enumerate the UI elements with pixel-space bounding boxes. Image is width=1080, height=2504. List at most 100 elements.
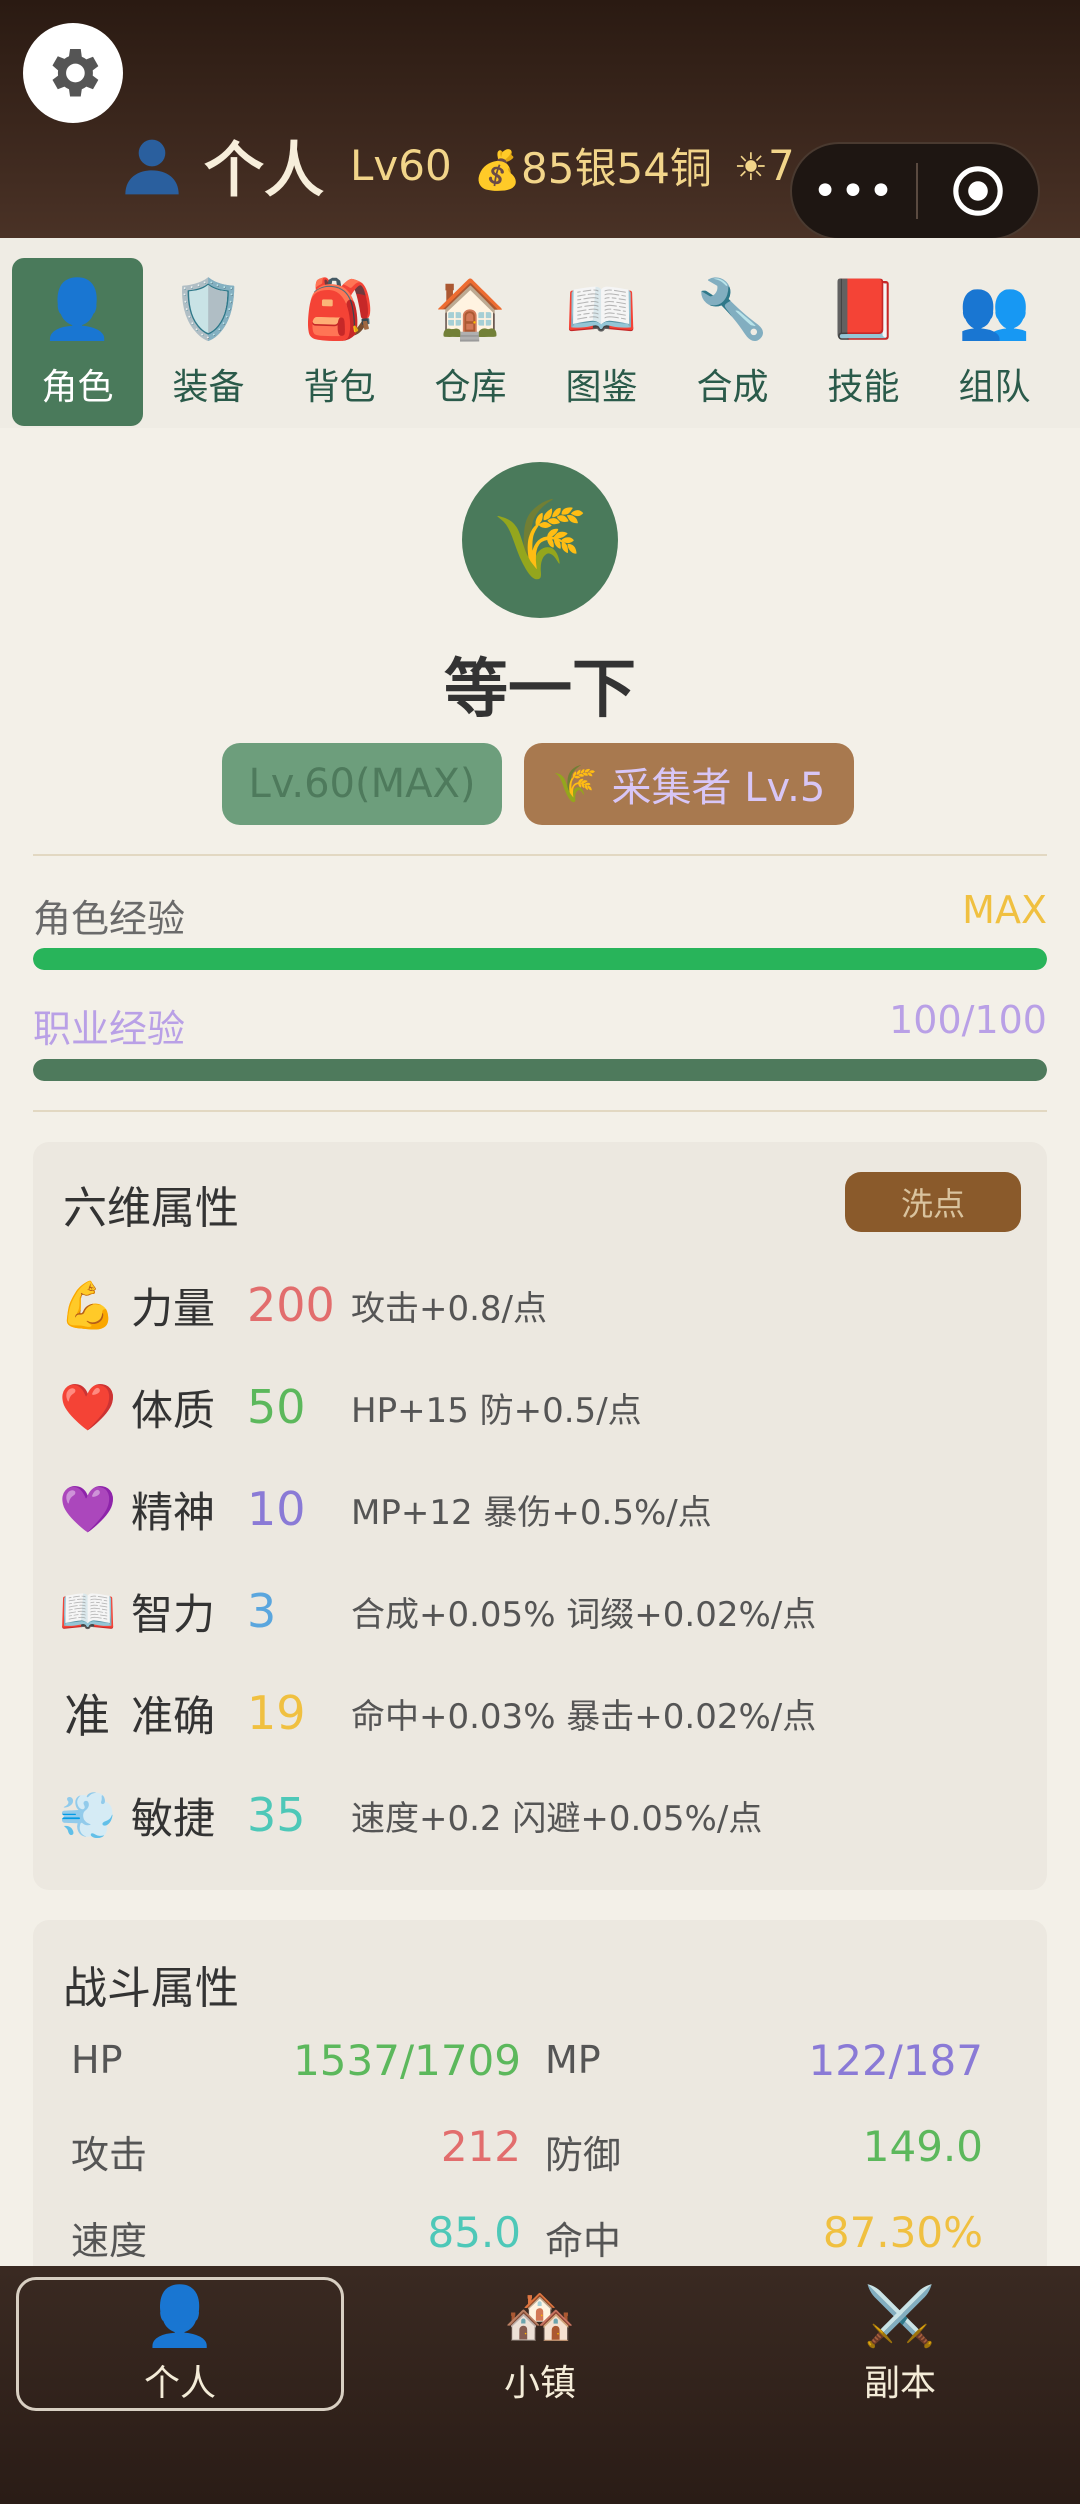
character-exp-value: MAX [962,888,1047,932]
crossed-swords-icon: ⚔️ [863,2282,937,2350]
tab-label: 仓库 [434,367,507,408]
character-exp-bar [33,948,1047,970]
stat-value: 1537/1709 [293,2036,521,2085]
stat-label: HP [71,2038,123,2082]
divider [33,854,1047,856]
stat-value: 87.30% [822,2208,983,2257]
tab-codex[interactable]: 📖 图鉴 [536,258,667,426]
reset-points-button[interactable]: 洗点 [845,1172,1021,1232]
bottom-tab-town[interactable]: 🏘️ 小镇 [376,2277,704,2411]
stat-label: 速度 [71,2219,148,2263]
level-badge: Lv.60(MAX) [222,743,502,825]
attribute-value: 200 [247,1278,335,1332]
tab-label: 合成 [696,367,769,408]
avatar: 🌾 [462,462,618,618]
stat-label: 命中 [545,2219,622,2263]
tab-warehouse[interactable]: 🏠 仓库 [405,258,536,426]
wrench-icon: 🔧 [696,275,769,343]
user-icon: 👤 [143,2282,217,2350]
more-menu-button[interactable]: ••• [792,144,916,238]
character-exp-fill [33,948,1047,970]
attribute-value: 50 [247,1380,306,1434]
job-exp-value: 100/100 [889,998,1047,1042]
attribute-desc: 命中+0.03% 暴击+0.02%/点 [351,1696,817,1737]
bottom-tab-label: 副本 [863,2363,936,2404]
money-value: 85银54铜 [521,143,712,193]
attribute-desc: HP+15 防+0.5/点 [351,1390,642,1431]
header-title-row: 个人 Lv60 💰85银54铜 ☀7 [120,120,795,210]
open-book-icon: 📖 [59,1583,117,1638]
attributes-card: 六维属性 洗点 💪 力量 200 攻击+0.8/点 ❤️ 体质 50 HP+15… [33,1142,1047,1890]
users-icon: 👥 [958,275,1031,343]
wind-icon: 💨 [59,1787,117,1842]
attribute-desc: 攻击+0.8/点 [351,1288,548,1329]
tab-label: 组队 [958,367,1031,408]
attribute-row-spirit: 💜 精神 10 MP+12 暴伤+0.5%/点 [59,1474,712,1544]
stat-label: 防御 [545,2133,622,2177]
tab-equipment[interactable]: 🛡️ 装备 [143,258,274,426]
attribute-name: 智力 [131,1589,216,1639]
job-badge-label: 采集者 Lv.5 [611,765,826,811]
heart-icon: ❤️ [59,1379,117,1434]
flexed-bicep-icon: 💪 [59,1277,117,1332]
attribute-row-accuracy: 准 准确 19 命中+0.03% 暴击+0.02%/点 [59,1678,816,1748]
tab-skills[interactable]: 📕 技能 [798,258,929,426]
target-icon [953,166,1003,216]
category-tabs: 👤 角色 🛡️ 装备 🎒 背包 🏠 仓库 📖 图鉴 🔧 合成 📕 技能 👥 组队 [0,238,1080,428]
tab-label: 角色 [41,367,114,408]
tab-label: 技能 [827,367,900,408]
bottom-tab-personal[interactable]: 👤 个人 [16,2277,344,2411]
purple-heart-icon: 💜 [59,1481,117,1536]
job-exp-fill [33,1059,1047,1081]
shield-icon: 🛡️ [172,275,245,343]
attribute-desc: MP+12 暴伤+0.5%/点 [351,1492,712,1533]
job-exp-bar [33,1059,1047,1081]
attribute-name: 敏捷 [131,1793,216,1843]
attribute-value: 35 [247,1788,306,1842]
attribute-value: 19 [247,1686,306,1740]
attribute-row-agility: 💨 敏捷 35 速度+0.2 闪避+0.05%/点 [59,1780,762,1850]
stat-value: 212 [440,2122,521,2171]
stat-label: MP [545,2038,601,2082]
job-exp-label: 职业经验 [33,1007,186,1051]
top-header: 个人 Lv60 💰85银54铜 ☀7 ••• [0,0,1080,240]
job-badge: 🌾 采集者 Lv.5 [524,743,854,825]
stat-value: 122/187 [808,2036,983,2085]
close-mini-program-button[interactable] [918,144,1038,238]
wheat-icon: 🌾 [491,494,589,585]
tab-label: 装备 [172,367,245,408]
stat-label: 攻击 [71,2133,148,2177]
settings-button[interactable] [23,23,123,123]
attribute-row-strength: 💪 力量 200 攻击+0.8/点 [59,1270,547,1340]
bottom-tab-dungeon[interactable]: ⚔️ 副本 [736,2277,1064,2411]
tab-crafting[interactable]: 🔧 合成 [667,258,798,426]
character-exp-label: 角色经验 [33,897,186,941]
red-book-icon: 📕 [827,275,900,343]
page-title: 个人 [204,135,324,206]
houses-icon: 🏘️ [503,2282,577,2350]
gear-icon [52,49,99,97]
attribute-value: 3 [247,1584,277,1638]
attribute-desc: 合成+0.05% 词缀+0.02%/点 [351,1594,817,1635]
money-bag-icon: 💰 [473,147,522,192]
attribute-name: 体质 [131,1385,216,1435]
attribute-value: 10 [247,1482,306,1536]
bottom-nav: 👤 个人 🏘️ 小镇 ⚔️ 副本 [0,2266,1080,2504]
combat-card: 战斗属性 HP 1537/1709 MP 122/187 攻击 212 防御 1… [33,1920,1047,2266]
money-display: 💰85银54铜 [474,135,712,196]
sun-display: ☀7 [734,141,795,190]
attribute-row-constitution: ❤️ 体质 50 HP+15 防+0.5/点 [59,1372,642,1442]
house-icon: 🏠 [434,275,507,343]
attributes-title: 六维属性 [63,1183,239,1234]
wheat-icon: 🌾 [552,764,598,805]
player-level: Lv60 [350,140,452,190]
attribute-desc: 速度+0.2 闪避+0.05%/点 [351,1798,763,1839]
stat-value: 149.0 [862,2122,983,2171]
attribute-name: 精神 [131,1487,216,1537]
sun-icon: ☀ [733,144,768,189]
tab-character[interactable]: 👤 角色 [12,258,143,426]
tab-team[interactable]: 👥 组队 [929,258,1060,426]
tab-backpack[interactable]: 🎒 背包 [274,258,405,426]
tab-label: 背包 [303,367,376,408]
user-icon: 👤 [41,275,114,343]
